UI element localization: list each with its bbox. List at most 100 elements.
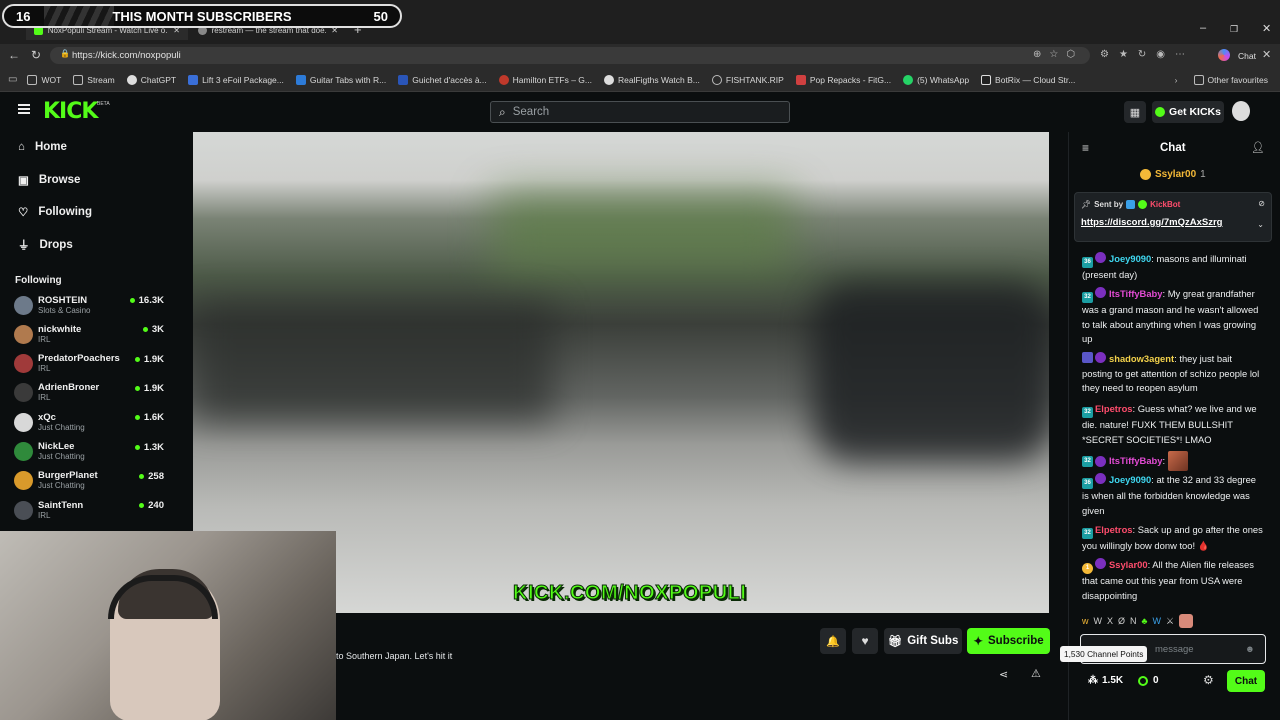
pinned-link[interactable]: https://discord.gg/7mQzAxSzrg bbox=[1081, 217, 1222, 228]
bookmark-fishtank[interactable]: FISHTANK.RIP bbox=[711, 74, 784, 85]
bookmark-other-favourites[interactable]: Other favourites bbox=[1193, 74, 1268, 85]
chat-users-icon[interactable]: 👤︎ bbox=[1251, 141, 1265, 154]
sidebar-item-drops[interactable]: ⏚ Drops bbox=[18, 237, 73, 253]
emote-icon[interactable]: ᴡ bbox=[1082, 616, 1089, 626]
emoji-icon[interactable]: ☻ bbox=[1245, 644, 1255, 655]
chat-username[interactable]: Joey9090 bbox=[1109, 474, 1151, 485]
emote-icon[interactable]: X bbox=[1107, 616, 1113, 626]
chat-username[interactable]: shadow3agent bbox=[1109, 353, 1174, 364]
bookmark-botrix[interactable]: BotRix — Cloud Str... bbox=[981, 74, 1075, 85]
emote-icon[interactable]: N bbox=[1130, 616, 1137, 626]
bookmark-guichet[interactable]: Guichet d'accès à... bbox=[398, 74, 487, 85]
following-channel[interactable]: BurgerPlanet Just Chatting 258 bbox=[14, 468, 164, 494]
url-field[interactable] bbox=[50, 47, 1090, 64]
user-avatar[interactable] bbox=[1232, 101, 1250, 121]
chevron-down-icon[interactable]: ⌄ bbox=[1257, 220, 1264, 229]
bookmark-guitar-tabs[interactable]: Guitar Tabs with R... bbox=[295, 74, 386, 85]
top-gifter[interactable]: Ssylar00 1 bbox=[1140, 169, 1206, 180]
channel-category: Just Chatting bbox=[38, 481, 85, 491]
notification-bell-icon[interactable]: 🔔 bbox=[820, 628, 846, 654]
points-icon: ⁂ bbox=[1088, 675, 1098, 686]
bookmark-pop-repacks[interactable]: Pop Repacks - FitG... bbox=[795, 74, 891, 85]
chat-username[interactable]: Elpetros bbox=[1095, 524, 1133, 535]
subscribe-button[interactable]: ✦ Subscribe bbox=[967, 628, 1050, 654]
chat-settings-icon[interactable]: ⚙ bbox=[1203, 673, 1214, 687]
wordpress-icon bbox=[604, 74, 614, 85]
following-channel[interactable]: SaintTenn IRL 240 bbox=[14, 497, 164, 523]
reading-list-icon[interactable]: ▭ bbox=[8, 74, 17, 85]
gift-subs-button[interactable]: 🎁︎ Gift Subs bbox=[884, 628, 962, 654]
heart-icon: ♡ bbox=[18, 207, 29, 219]
bookmark-whatsapp[interactable]: (5) WhatsApp bbox=[903, 74, 969, 85]
emote-icon[interactable]: ⚔ bbox=[1166, 616, 1174, 627]
viewer-count: 3K bbox=[142, 324, 164, 335]
folder-icon bbox=[1193, 74, 1204, 85]
kicks-balance[interactable]: 0 bbox=[1138, 675, 1159, 686]
site-icon bbox=[795, 74, 806, 85]
sidebar-item-home[interactable]: ⌂ Home bbox=[18, 141, 67, 153]
minimize-icon[interactable]: – bbox=[1200, 22, 1206, 34]
channel-points[interactable]: ⁂ 1.5K bbox=[1088, 675, 1123, 686]
channel-name: AdrienBroner bbox=[38, 382, 100, 394]
menu-icon[interactable] bbox=[18, 104, 30, 114]
share-icon[interactable]: ⋖ bbox=[999, 668, 1008, 681]
bookmark-realfights[interactable]: RealFigths Watch B... bbox=[604, 74, 700, 85]
pinned-message[interactable]: 📌︎ Sent by KickBot https://discord.gg/7m… bbox=[1074, 192, 1272, 242]
chat-username[interactable]: ItsTiffyBaby bbox=[1109, 454, 1163, 469]
avatar bbox=[14, 383, 33, 403]
sidebar-item-browse[interactable]: ▣ Browse bbox=[18, 173, 80, 187]
bookmark-lift[interactable]: Lift 3 eFoil Package... bbox=[188, 74, 284, 85]
stream-watermark: KICK.COM/NOXPOPULI bbox=[512, 582, 747, 605]
lock-icon: 🔒 bbox=[60, 49, 70, 58]
bookmark-wot[interactable]: WOT bbox=[27, 74, 61, 85]
window-close-icon[interactable]: ✕ bbox=[1262, 22, 1271, 35]
following-channel[interactable]: NickLee Just Chatting 1.3K bbox=[14, 439, 164, 465]
emote-icon[interactable]: Ø bbox=[1118, 616, 1125, 626]
emote-icon[interactable] bbox=[1179, 614, 1194, 628]
sidebar-item-following[interactable]: ♡ Following bbox=[18, 205, 92, 219]
channel-category: IRL bbox=[38, 393, 51, 403]
following-channel[interactable]: ROSHTEIN Slots & Casino 16.3K bbox=[14, 292, 164, 318]
overlay-title: THIS MONTH SUBSCRIBERS bbox=[112, 8, 292, 24]
chevron-right-icon[interactable]: › bbox=[1175, 75, 1178, 85]
collapse-chat-icon[interactable]: ≡ bbox=[1082, 141, 1089, 155]
report-icon[interactable]: ⚠ bbox=[1031, 667, 1041, 680]
get-kicks-button[interactable]: Get KICKs bbox=[1152, 101, 1224, 123]
following-channel[interactable]: nickwhite IRL 3K bbox=[14, 321, 164, 347]
emote-icon[interactable]: W bbox=[1152, 616, 1161, 626]
extension-icons[interactable]: ⚙★↻◉⋯ bbox=[1100, 49, 1195, 60]
back-icon[interactable]: ← bbox=[8, 48, 20, 62]
emote-icon[interactable]: ♣ bbox=[1142, 616, 1148, 626]
bookmarks-bar: ▭ WOT Stream ChatGPT Lift 3 eFoil Packag… bbox=[0, 68, 1280, 92]
emote-icon[interactable]: W bbox=[1094, 616, 1103, 626]
home-icon: ⌂ bbox=[18, 141, 25, 153]
bookmark-chatgpt[interactable]: ChatGPT bbox=[126, 74, 176, 85]
chat-username[interactable]: ItsTiffyBaby bbox=[1109, 288, 1163, 299]
dashboard-icon[interactable]: ▦ bbox=[1124, 101, 1146, 123]
search-input[interactable]: ⌕ Search bbox=[490, 101, 790, 123]
live-dot-icon bbox=[142, 327, 148, 333]
reload-icon[interactable]: ↻ bbox=[31, 48, 41, 62]
following-channel[interactable]: AdrienBroner IRL 1.9K bbox=[14, 380, 164, 406]
following-channel[interactable]: PredatorPoachers IRL 1.9K bbox=[14, 351, 164, 377]
unpin-icon[interactable]: ⊘ bbox=[1258, 199, 1265, 208]
chat-username[interactable]: Ssylar00 bbox=[1109, 559, 1148, 570]
channel-category: IRL bbox=[38, 510, 51, 520]
chat-username[interactable]: Joey9090 bbox=[1109, 253, 1151, 264]
sparkle-icon: ✦ bbox=[973, 636, 984, 648]
copilot-icon[interactable] bbox=[1218, 49, 1230, 61]
bookmark-hamilton[interactable]: Hamilton ETFs – G... bbox=[498, 74, 592, 85]
gift-icon: 🎁︎ bbox=[887, 636, 903, 648]
chat-send-button[interactable]: Chat bbox=[1227, 670, 1265, 692]
close-sidebar-icon[interactable]: ✕ bbox=[1262, 48, 1271, 61]
maximize-icon[interactable]: ❐ bbox=[1230, 24, 1238, 35]
chat-message: shadow3agent: they just bait posting to … bbox=[1082, 352, 1260, 394]
copilot-label[interactable]: Chat bbox=[1238, 51, 1256, 61]
chat-message: 36 Joey9090: at the 32 and 33 degree is w… bbox=[1082, 473, 1257, 516]
kick-logo[interactable]: KICK bbox=[43, 99, 98, 124]
chat-username[interactable]: Elpetros bbox=[1095, 403, 1133, 414]
following-channel[interactable]: xQc Just Chatting 1.6K bbox=[14, 409, 164, 435]
webcam-overlay bbox=[0, 531, 336, 720]
bookmark-stream[interactable]: Stream bbox=[73, 74, 115, 85]
follow-heart-icon[interactable]: ♥ bbox=[852, 628, 878, 654]
